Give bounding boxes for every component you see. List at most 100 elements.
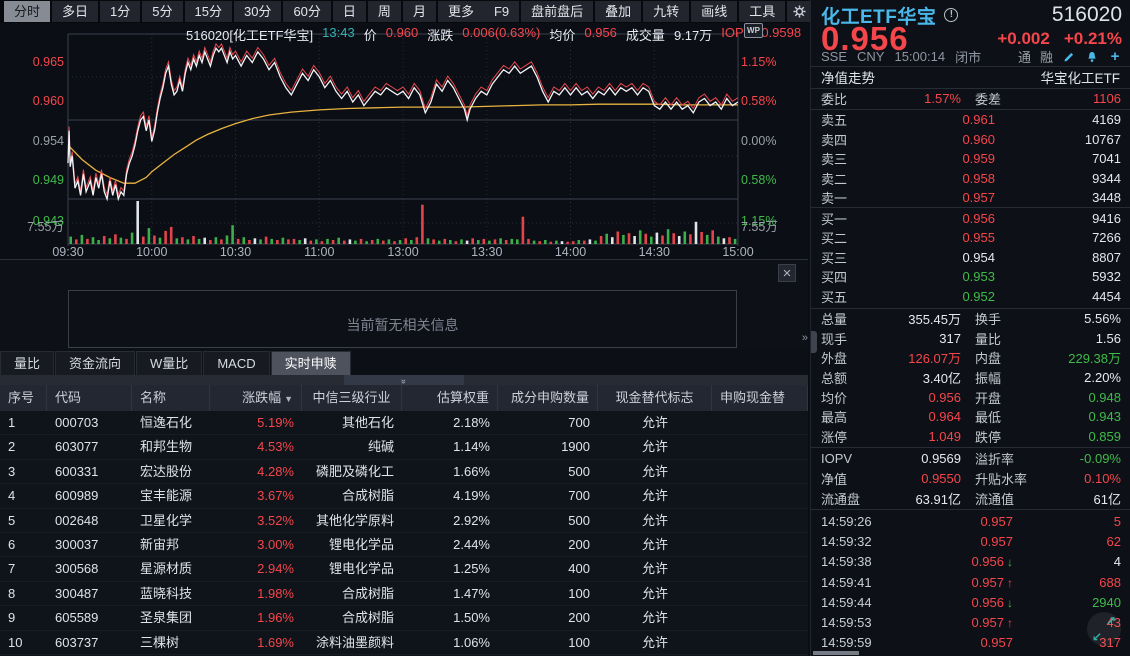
cell-weight: 2.44% xyxy=(402,533,498,556)
ask-row-5[interactable]: 卖五0.9614169 xyxy=(811,110,1130,130)
add-icon[interactable]: + xyxy=(1108,50,1122,64)
menu-item-工具[interactable]: 工具 xyxy=(739,1,785,22)
pct-axis-label: 0.00% xyxy=(741,134,805,148)
menu-item-1分[interactable]: 1分 xyxy=(100,1,140,22)
bell-icon[interactable] xyxy=(1085,50,1099,64)
table-row[interactable]: 1000703恒逸石化5.19%其他石化2.18%700允许 xyxy=(0,411,808,435)
tick-price: 0.956↓ xyxy=(897,595,1013,610)
cell-flag: 允许 xyxy=(598,582,712,605)
column-header-申购现金替[interactable]: 申购现金替 xyxy=(712,385,808,411)
level-label: 买五 xyxy=(821,287,867,306)
column-header-代码[interactable]: 代码 xyxy=(47,385,132,411)
table-row[interactable]: 8300487蓝晓科技1.98%合成树脂1.47%100允许 xyxy=(0,582,808,606)
level-label: 买三 xyxy=(821,248,867,267)
cell-flag: 允许 xyxy=(598,631,712,654)
intraday-chart[interactable]: 516020[化工ETF华宝]13:43价0.960涨跌0.006(0.63%)… xyxy=(0,23,808,259)
menu-item-多日[interactable]: 多日 xyxy=(52,1,98,22)
column-header-中信三级行业[interactable]: 中信三级行业 xyxy=(302,385,402,411)
volume-bar xyxy=(600,236,603,244)
tab-实时申赎[interactable]: 实时申赎 xyxy=(271,351,351,375)
collapse-bar[interactable]: » xyxy=(0,375,808,385)
menu-item-盘前盘后[interactable]: 盘前盘后 xyxy=(521,1,593,22)
column-header-估算权重[interactable]: 估算权重 xyxy=(402,385,498,411)
table-row[interactable]: 5002648卫星化学3.52%其他化学原料2.92%500允许 xyxy=(0,509,808,533)
tab-资金流向[interactable]: 资金流向 xyxy=(55,351,135,375)
column-header-序号[interactable]: 序号 xyxy=(0,385,47,411)
panel-collapse-handle[interactable] xyxy=(811,331,817,353)
volume-bar xyxy=(198,239,201,244)
scrollbar-thumb[interactable] xyxy=(813,651,859,655)
volume-bar xyxy=(416,237,419,244)
tab-量比[interactable]: 量比 xyxy=(0,351,54,375)
stat-value: 0.9569 xyxy=(879,451,961,466)
intraday-chart-canvas[interactable] xyxy=(0,23,808,259)
table-row[interactable]: 4600989宝丰能源3.67%合成树脂4.19%700允许 xyxy=(0,484,808,508)
cell-chg: 2.94% xyxy=(210,557,302,580)
level-price: 0.954 xyxy=(867,250,1001,265)
pct-axis-label: 1.15% xyxy=(741,55,805,69)
cell-chg: 4.53% xyxy=(210,435,302,458)
column-header-现金替代标志[interactable]: 现金替代标志 xyxy=(598,385,712,411)
bid-row-2[interactable]: 买二0.9557266 xyxy=(811,228,1130,248)
table-row[interactable]: 3600331宏达股份4.28%磷肥及磷化工1.66%500允许 xyxy=(0,460,808,484)
ask-row-4[interactable]: 卖四0.96010767 xyxy=(811,130,1130,150)
cell-qty: 500 xyxy=(498,509,598,532)
menu-item-F9[interactable]: F9 xyxy=(484,1,519,22)
menu-item-30分[interactable]: 30分 xyxy=(234,1,281,22)
menu-item-月[interactable]: 月 xyxy=(403,1,436,22)
menu-item-日[interactable]: 日 xyxy=(333,1,366,22)
menu-item-画线[interactable]: 画线 xyxy=(691,1,737,22)
wencai-icon[interactable]: WP xyxy=(744,23,763,38)
bid-row-3[interactable]: 买三0.9548807 xyxy=(811,248,1130,268)
level-price: 0.960 xyxy=(867,132,1001,147)
collapse-right-icon[interactable]: » xyxy=(802,332,808,344)
gear-icon[interactable] xyxy=(787,1,811,22)
volume-bar xyxy=(220,239,223,244)
cell-no: 6 xyxy=(0,533,47,556)
info-bar-segment-6: 均价 xyxy=(549,25,575,40)
column-header-成分申购数量[interactable]: 成分申购数量 xyxy=(498,385,598,411)
tab-W量比[interactable]: W量比 xyxy=(136,351,202,375)
table-row[interactable]: 9605589圣泉集团1.96%合成树脂1.50%200允许 xyxy=(0,606,808,630)
volume-bar xyxy=(656,233,659,244)
tab-MACD[interactable]: MACD xyxy=(203,351,269,375)
bid-row-1[interactable]: 买一0.9569416 xyxy=(811,209,1130,229)
collapse-handle[interactable]: » xyxy=(344,375,464,385)
menu-item-60分[interactable]: 60分 xyxy=(283,1,330,22)
nav-fund-name: 华宝化工ETF xyxy=(1041,67,1121,87)
ask-row-1[interactable]: 卖一0.9573448 xyxy=(811,188,1130,208)
table-row[interactable]: 2603077和邦生物4.53%纯碱1.14%1900允许 xyxy=(0,435,808,459)
table-row[interactable]: 7300568星源材质2.94%锂电化学品1.25%400允许 xyxy=(0,557,808,581)
table-row[interactable]: 6300037新宙邦3.00%锂电化学品2.44%200允许 xyxy=(0,533,808,557)
stat-value: 63.91亿 xyxy=(879,489,961,508)
info-bar-segment-8: 成交量 xyxy=(626,25,665,40)
ask-row-2[interactable]: 卖二0.9589344 xyxy=(811,169,1130,189)
volume-bar xyxy=(187,239,190,244)
close-icon[interactable]: × xyxy=(778,264,796,282)
stat-label: 流通值 xyxy=(961,489,1039,508)
menu-item-15分[interactable]: 15分 xyxy=(185,1,232,22)
ask-row-3[interactable]: 卖三0.9597041 xyxy=(811,149,1130,169)
column-header-名称[interactable]: 名称 xyxy=(132,385,210,411)
menu-item-九转[interactable]: 九转 xyxy=(643,1,689,22)
expand-icon[interactable]: ↗↙ xyxy=(1087,612,1121,646)
bid-row-4[interactable]: 买四0.9535932 xyxy=(811,267,1130,287)
stat-label: 总额 xyxy=(821,368,879,387)
tick-row: 14:59:530.957↑43 xyxy=(811,612,1130,632)
menu-item-更多[interactable]: 更多 xyxy=(438,1,484,22)
cell-industry: 纯碱 xyxy=(302,435,402,458)
edit-icon[interactable] xyxy=(1062,50,1076,64)
column-header-涨跌幅[interactable]: 涨跌幅▼ xyxy=(210,385,302,411)
info-bar-segment-2: 价 xyxy=(364,25,377,40)
info-icon[interactable]: ! xyxy=(944,8,958,22)
menu-item-周[interactable]: 周 xyxy=(368,1,401,22)
menu-item-叠加[interactable]: 叠加 xyxy=(595,1,641,22)
menu-item-分时[interactable]: 分时 xyxy=(4,1,50,22)
table-row[interactable]: 10603737三棵树1.69%涂料油墨颜料1.06%100允许 xyxy=(0,631,808,655)
nav-trend-label[interactable]: 净值走势 xyxy=(821,67,875,87)
bid-row-5[interactable]: 买五0.9524454 xyxy=(811,287,1130,307)
menu-item-5分[interactable]: 5分 xyxy=(142,1,182,22)
cell-industry: 磷肥及磷化工 xyxy=(302,460,402,483)
volume-bar xyxy=(337,238,340,244)
volume-bar xyxy=(354,241,357,244)
